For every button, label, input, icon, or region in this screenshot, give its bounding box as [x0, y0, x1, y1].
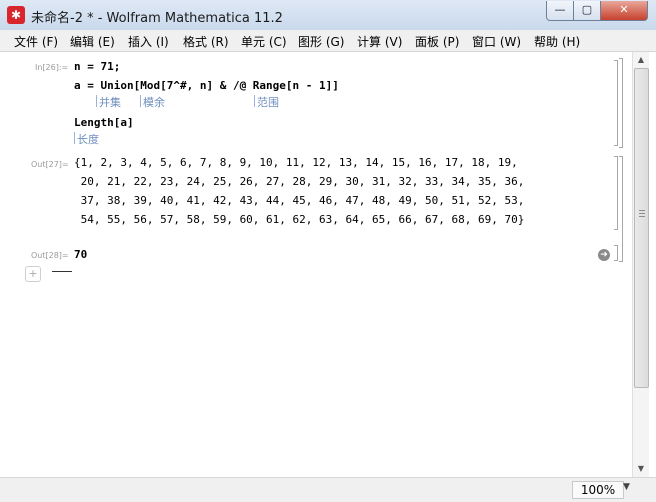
scroll-grip	[639, 216, 645, 217]
menu-insert[interactable]: 插入 (I)	[128, 33, 169, 50]
scroll-up-icon[interactable]: ▲	[633, 52, 649, 68]
scroll-grip	[639, 210, 645, 211]
hint-range: 范围	[254, 95, 279, 109]
output-cell-bracket-27[interactable]	[614, 156, 618, 230]
input-label: In[26]:=	[35, 63, 69, 72]
output-label-28: Out[28]=	[31, 251, 69, 260]
menu-cell[interactable]: 单元 (C)	[241, 33, 287, 50]
hint-mod: 模余	[140, 95, 165, 109]
hint-length: 长度	[74, 132, 99, 146]
menu-palettes[interactable]: 面板 (P)	[415, 33, 459, 50]
maximize-button[interactable]: ▢	[573, 1, 601, 21]
add-cell-button[interactable]: +	[25, 266, 41, 282]
go-arrow-icon[interactable]: ➜	[598, 249, 610, 261]
zoom-level[interactable]: 100%	[572, 481, 624, 499]
insertion-point	[52, 271, 72, 272]
hint-union: 并集	[96, 95, 121, 109]
menu-file[interactable]: 文件 (F)	[14, 33, 58, 50]
output-value[interactable]: 70	[74, 248, 87, 261]
output-group-bracket[interactable]	[619, 156, 623, 262]
minimize-button[interactable]: —	[546, 1, 574, 21]
window-title: 未命名-2 * - Wolfram Mathematica 11.2	[31, 11, 283, 26]
vertical-scrollbar[interactable]: ▲ ▼	[632, 52, 649, 477]
menu-bar: 文件 (F) 编辑 (E) 插入 (I) 格式 (R) 单元 (C) 图形 (G…	[0, 30, 656, 52]
notebook-area[interactable]: In[26]:= n = 71; a = Union[Mod[7^#, n] &…	[8, 52, 632, 477]
mathematica-icon: ✱	[7, 6, 25, 24]
output-line-1[interactable]: {1, 2, 3, 4, 5, 6, 7, 8, 9, 10, 11, 12, …	[74, 156, 518, 169]
title-bar: ✱ 未命名-2 * - Wolfram Mathematica 11.2 — ▢…	[0, 0, 656, 31]
scroll-down-icon[interactable]: ▼	[633, 461, 649, 477]
input-cell-bracket[interactable]	[614, 60, 618, 146]
close-button[interactable]: ✕	[600, 1, 648, 21]
input-line-3[interactable]: Length[a]	[74, 116, 134, 129]
input-line-1[interactable]: n = 71;	[74, 60, 120, 73]
menu-help[interactable]: 帮助 (H)	[534, 33, 580, 50]
zoom-dropdown-icon[interactable]: ▼	[623, 482, 630, 492]
menu-graphics[interactable]: 图形 (G)	[298, 33, 344, 50]
output-line-3[interactable]: 37, 38, 39, 40, 41, 42, 43, 44, 45, 46, …	[74, 194, 525, 207]
output-line-4[interactable]: 54, 55, 56, 57, 58, 59, 60, 61, 62, 63, …	[74, 213, 525, 226]
output-cell-bracket-28[interactable]	[614, 245, 618, 261]
scroll-thumb[interactable]	[634, 68, 649, 388]
scroll-grip	[639, 213, 645, 214]
status-bar: 100% ▼	[0, 477, 656, 502]
output-line-2[interactable]: 20, 21, 22, 23, 24, 25, 26, 27, 28, 29, …	[74, 175, 525, 188]
menu-edit[interactable]: 编辑 (E)	[70, 33, 115, 50]
input-line-2[interactable]: a = Union[Mod[7^#, n] & /@ Range[n - 1]]	[74, 79, 339, 92]
menu-format[interactable]: 格式 (R)	[183, 33, 229, 50]
output-label-27: Out[27]=	[31, 160, 69, 169]
menu-window[interactable]: 窗口 (W)	[472, 33, 521, 50]
menu-evaluation[interactable]: 计算 (V)	[357, 33, 402, 50]
group-bracket[interactable]	[619, 58, 623, 148]
